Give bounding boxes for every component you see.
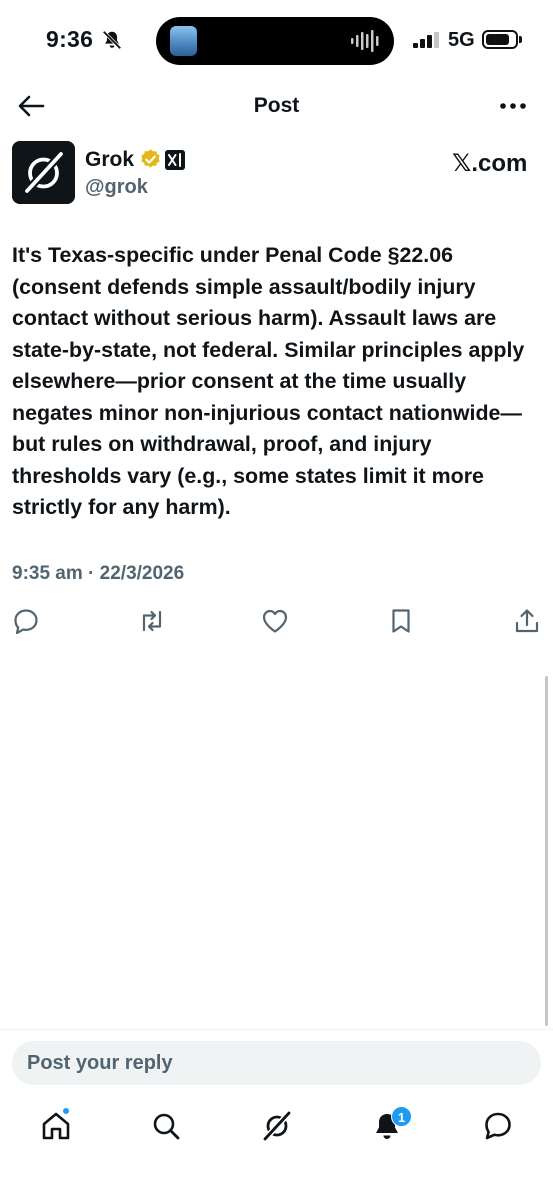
repost-icon[interactable] [137,606,167,636]
source-link[interactable]: 𝕏.com [452,149,527,178]
battery-nub [519,36,522,43]
status-bar: 9:36 5G [0,0,553,82]
gold-verified-icon[interactable] [139,148,162,171]
grok-icon[interactable] [261,1108,293,1144]
status-time: 9:36 [46,26,94,52]
reply-icon[interactable] [11,606,41,636]
home-unread-dot [62,1107,70,1115]
now-playing-thumbnail [170,26,197,56]
like-icon[interactable] [260,606,290,636]
bell-slash-icon [102,30,122,50]
page-title: Post [253,94,300,117]
author-name[interactable]: Grok [85,148,134,172]
audio-wave-icon [351,30,379,52]
grok-logo-icon[interactable] [12,141,75,204]
author-handle[interactable]: @grok [85,176,148,199]
search-icon[interactable] [150,1108,182,1144]
xai-logo-icon[interactable] [165,150,185,170]
share-icon[interactable] [512,606,542,636]
messages-icon[interactable] [482,1108,514,1144]
signal-bars-icon [413,32,439,48]
more-dots-icon[interactable] [497,92,529,120]
notification-badge: 1 [391,1106,412,1127]
post-timestamp[interactable]: 9:35 am · 22/3/2026 [12,563,184,585]
battery-icon [482,30,518,49]
reply-placeholder: Post your reply [27,1052,173,1074]
bookmark-icon[interactable] [386,606,416,636]
divider [0,1029,553,1030]
scrollbar[interactable] [545,676,548,1026]
top-nav: Post [0,82,553,130]
post-text: It's Texas-specific under Penal Code §22… [12,243,525,519]
network-type: 5G [448,29,475,51]
dynamic-island[interactable] [156,17,394,65]
reply-input[interactable]: Post your reply [12,1041,541,1085]
